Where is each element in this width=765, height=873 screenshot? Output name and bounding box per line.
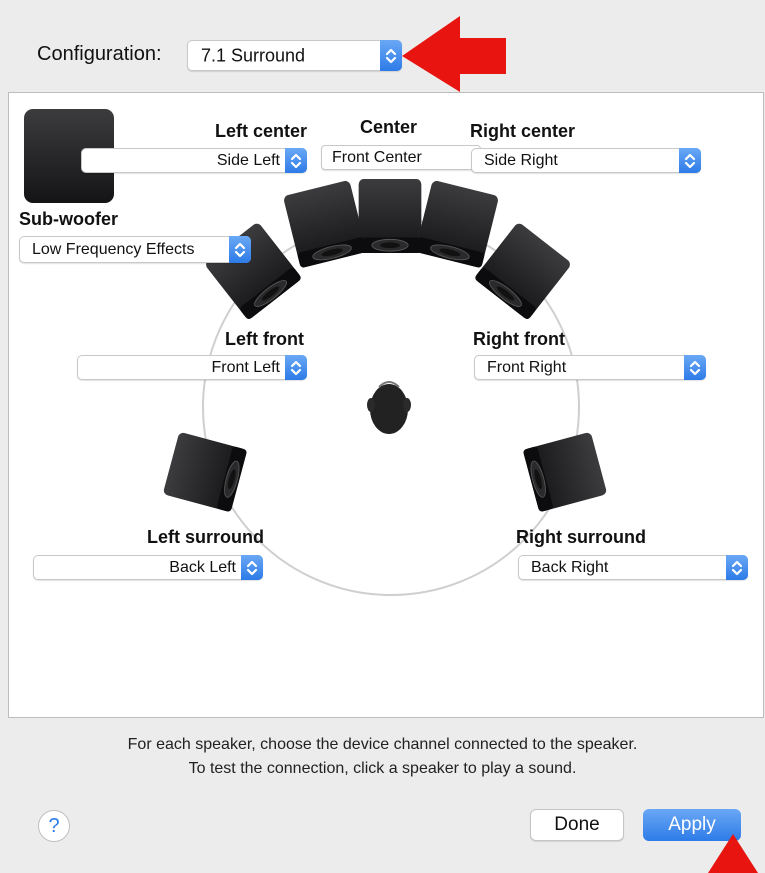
annotation-arrow-left-icon [402,16,506,92]
right-front-label: Right front [473,329,565,349]
configuration-bar: Configuration: 7.1 Surround [0,0,765,92]
center-value: Front Center [332,148,422,166]
right-center-label: Right center [470,121,576,141]
speaker-layout-panel: Left center Center Right center Sub-woof… [8,92,764,718]
left-front-label: Left front [225,329,304,349]
chevron-updown-icon [684,355,706,380]
subwoofer-label: Sub-woofer [19,209,118,229]
right-surround-value: Back Right [531,558,609,576]
right-surround-label: Right surround [516,527,646,547]
annotation-arrow-up-icon [708,834,758,873]
subwoofer-value: Low Frequency Effects [32,240,195,258]
center-select[interactable]: Front Center [321,145,481,170]
chevron-updown-icon [241,555,263,580]
right-surround-select[interactable]: Back Right [518,555,748,580]
chevron-updown-icon [380,40,402,71]
configuration-select[interactable]: 7.1 Surround [187,40,402,71]
chevron-updown-icon [285,148,307,173]
configuration-label: Configuration: [37,43,162,65]
subwoofer-select[interactable]: Low Frequency Effects [19,236,251,263]
done-button[interactable]: Done [530,809,624,841]
chevron-updown-icon [679,148,701,173]
left-surround-select[interactable]: Back Left [33,555,263,580]
listener-head-icon [367,381,411,434]
dialog-footer: For each speaker, choose the device chan… [0,718,765,873]
left-center-value: Side Left [216,151,280,169]
right-front-value: Front Right [487,358,567,376]
chevron-updown-icon [229,236,251,263]
chevron-updown-icon [726,555,748,580]
left-center-label: Left center [215,121,308,141]
left-surround-value: Back Left [169,558,236,576]
configuration-value: 7.1 Surround [201,45,306,65]
left-front-select[interactable]: Front Left [77,355,307,380]
left-center-select[interactable]: Side Left [81,148,307,173]
chevron-updown-icon [285,355,307,380]
instruction-line-2: To test the connection, click a speaker … [188,760,577,777]
left-surround-label: Left surround [147,527,264,547]
help-button[interactable]: ? [38,810,70,842]
left-front-value: Front Left [211,358,280,376]
right-front-select[interactable]: Front Right [474,355,706,380]
instruction-line-1: For each speaker, choose the device chan… [127,736,638,753]
right-center-select[interactable]: Side Right [471,148,701,173]
right-center-value: Side Right [484,151,558,169]
center-label: Center [360,117,418,137]
